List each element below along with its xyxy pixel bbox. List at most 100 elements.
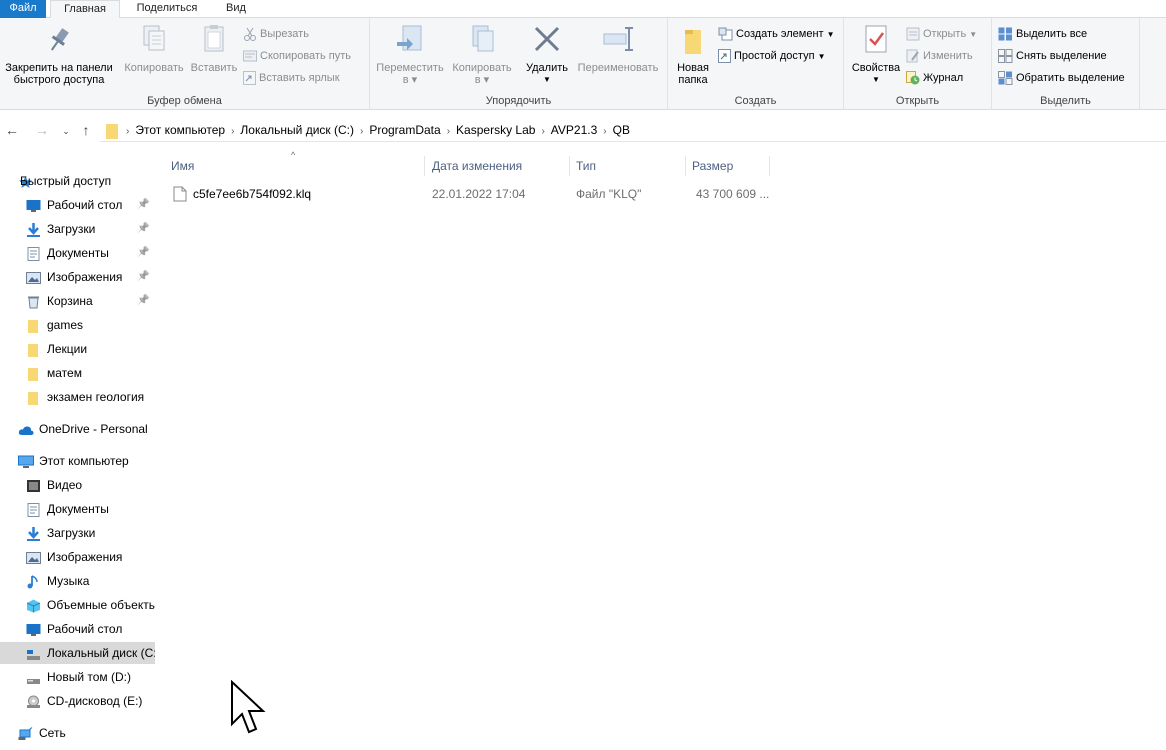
rename-label: Переименовать — [577, 62, 659, 74]
column-header-size[interactable]: Размер — [686, 156, 770, 176]
edit-button[interactable]: Изменить — [906, 46, 973, 66]
nav-quick-item[interactable]: экзамен геология — [0, 386, 155, 408]
file-row[interactable]: c5fe7ee6b754f092.klq 22.01.2022 17:04 Фа… — [165, 184, 865, 204]
open-button[interactable]: Открыть ▼ — [906, 24, 977, 44]
history-icon — [906, 71, 920, 85]
column-header-date[interactable]: Дата изменения — [426, 156, 570, 176]
music-icon — [26, 574, 41, 589]
breadcrumb-separator-icon[interactable]: › — [231, 126, 234, 137]
recent-locations-button[interactable]: ⌄ — [58, 126, 74, 137]
nav-quick-item[interactable]: матем — [0, 362, 155, 384]
nav-quick-item[interactable]: Корзина 📌 — [0, 290, 155, 312]
nav-quick-item-label: Документы — [47, 246, 109, 260]
new-folder-button[interactable]: Новая папка — [672, 22, 714, 86]
clipboard-group-label: Буфер обмена — [147, 95, 222, 107]
nav-pc-item-label: Видео — [47, 478, 83, 492]
tab-view[interactable]: Вид — [214, 0, 258, 18]
move-to-button[interactable]: Переместить в ▾ — [374, 22, 446, 86]
nav-quick-item[interactable]: Рабочий стол 📌 — [0, 194, 155, 216]
nav-quick-item[interactable]: games — [0, 314, 155, 336]
forward-button[interactable]: → — [34, 122, 50, 138]
tab-home[interactable]: Главная — [50, 0, 120, 19]
nav-pc-item[interactable]: Изображения — [0, 546, 155, 568]
edit-icon — [906, 49, 919, 63]
nav-pc-item-label: Новый том (D:) — [47, 670, 131, 684]
invert-selection-button[interactable]: Обратить выделение — [998, 68, 1125, 88]
breadcrumb-item[interactable]: ProgramData — [369, 123, 440, 137]
desktop-icon — [26, 622, 41, 636]
nav-onedrive[interactable]: OneDrive - Personal — [0, 418, 155, 440]
paste-shortcut-button[interactable]: Вставить ярлык — [243, 68, 340, 88]
select-none-button[interactable]: Снять выделение — [998, 46, 1107, 66]
pinned-icon: 📌 — [137, 199, 150, 210]
breadcrumb-separator-icon[interactable]: › — [541, 126, 544, 137]
breadcrumb-item[interactable]: Этот компьютер — [135, 123, 225, 137]
breadcrumb-item[interactable]: Kaspersky Lab — [456, 123, 535, 137]
nav-quick-access[interactable]: Быстрый доступ — [0, 170, 155, 192]
file-size: 43 700 609 ... — [696, 187, 770, 201]
drive-icon — [26, 670, 41, 684]
column-header-name[interactable]: Имя — [165, 156, 425, 176]
delete-button[interactable]: Удалить ▼ — [522, 22, 572, 86]
computer-icon — [18, 454, 34, 468]
nav-pc-item[interactable]: Объемные объекты — [0, 594, 155, 616]
folder-icon — [26, 318, 41, 333]
nav-pc-item[interactable]: Локальный диск (C:) — [0, 642, 155, 664]
column-header-type[interactable]: Тип — [570, 156, 686, 176]
breadcrumb-separator-icon[interactable]: › — [360, 126, 363, 137]
breadcrumb: › Этот компьютер › Локальный диск (C:) › Prog… — [126, 123, 636, 137]
nav-pc-item[interactable]: Новый том (D:) — [0, 666, 155, 688]
open-group: Свойства ▼ Открыть ▼ Изменить Журнал Отк… — [844, 18, 992, 110]
select-group-label: Выделить — [1040, 95, 1091, 107]
copy-button[interactable]: Копировать — [120, 22, 188, 74]
pinned-icon: 📌 — [137, 247, 150, 258]
nav-pc-item[interactable]: Загрузки — [0, 522, 155, 544]
breadcrumb-item[interactable]: QB — [613, 123, 630, 137]
up-button[interactable]: ↑ — [78, 122, 94, 138]
pin-quick-access-button[interactable]: Закрепить на панели быстрого доступа — [0, 22, 118, 86]
nav-pc-item[interactable]: Рабочий стол — [0, 618, 155, 640]
history-button[interactable]: Журнал — [906, 68, 963, 88]
nav-quick-item[interactable]: Загрузки 📌 — [0, 218, 155, 240]
easy-access-button[interactable]: Простой доступ ▼ — [718, 46, 826, 66]
easy-access-icon — [718, 49, 731, 64]
back-button[interactable]: ← — [4, 122, 20, 138]
onedrive-cloud-icon — [18, 422, 34, 436]
paste-button[interactable]: Вставить — [188, 22, 240, 74]
nav-quick-item[interactable]: Документы 📌 — [0, 242, 155, 264]
breadcrumb-separator-icon[interactable]: › — [447, 126, 450, 137]
breadcrumb-separator-icon[interactable]: › — [126, 126, 129, 137]
new-item-button[interactable]: Создать элемент ▼ — [718, 24, 835, 44]
up-arrow-icon: ↑ — [82, 122, 90, 138]
rename-button[interactable]: Переименовать — [572, 22, 664, 74]
nav-quick-item[interactable]: Изображения 📌 — [0, 266, 155, 288]
nav-pc-item-label: Музыка — [47, 574, 90, 588]
copy-path-button[interactable]: Скопировать путь — [243, 46, 351, 66]
new-item-dropdown-icon: ▼ — [826, 30, 835, 39]
nav-quick-item-label: Рабочий стол — [47, 198, 123, 212]
nav-this-pc[interactable]: Этот компьютер — [0, 450, 155, 472]
new-folder-icon — [685, 30, 701, 54]
select-all-button[interactable]: Выделить все — [998, 24, 1087, 44]
nav-network[interactable]: Сеть — [0, 722, 155, 744]
nav-pc-item[interactable]: Музыка — [0, 570, 155, 592]
select-group: Выделить все Снять выделение Обратить вы… — [992, 18, 1140, 110]
nav-pc-item[interactable]: Документы — [0, 498, 155, 520]
properties-icon — [865, 25, 887, 53]
folder-icon — [26, 342, 41, 357]
cut-button[interactable]: Вырезать — [243, 24, 309, 44]
properties-button[interactable]: Свойства ▼ — [848, 22, 904, 86]
address-box[interactable]: › Этот компьютер › Локальный диск (C:) › Prog… — [100, 120, 1166, 142]
nav-pc-item-label: Рабочий стол — [47, 622, 123, 636]
nav-pc-item[interactable]: Видео — [0, 474, 155, 496]
breadcrumb-separator-icon[interactable]: › — [603, 126, 606, 137]
move-label-line1: Переместить — [376, 62, 444, 74]
copy-to-button[interactable]: Копировать в ▾ — [448, 22, 516, 86]
breadcrumb-item[interactable]: Локальный диск (C:) — [240, 123, 354, 137]
tab-file[interactable]: Файл — [0, 0, 46, 18]
tab-share[interactable]: Поделиться — [124, 0, 210, 18]
nav-pc-item[interactable]: CD-дисковод (E:) — [0, 690, 155, 712]
breadcrumb-item[interactable]: AVP21.3 — [551, 123, 597, 137]
nav-quick-item[interactable]: Лекции — [0, 338, 155, 360]
history-label: Журнал — [923, 72, 964, 84]
